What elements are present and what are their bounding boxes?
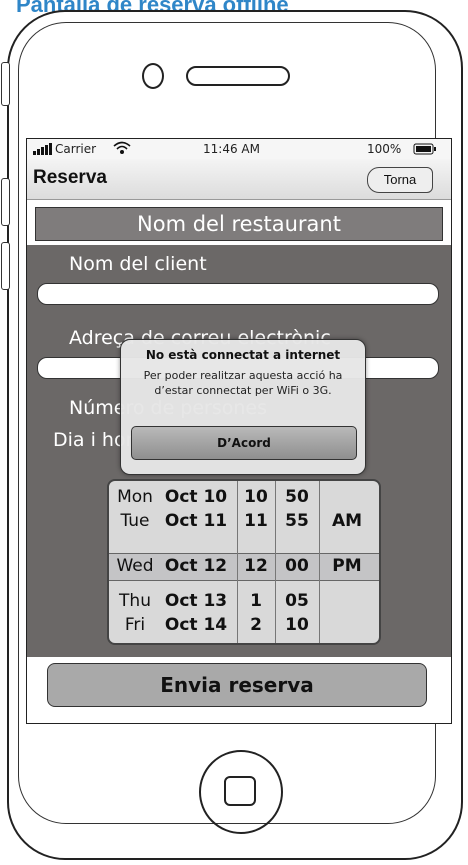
picker-date: Oct 11 — [164, 511, 228, 531]
picker-day: Fri — [124, 615, 146, 635]
picker-row-selected[interactable]: Wed Oct 12 12 00 PM — [109, 554, 379, 578]
alert-dialog: No està connectat a internet Per poder r… — [120, 339, 366, 475]
picker-date: Oct 10 — [164, 487, 228, 507]
picker-row[interactable]: Thu Oct 13 1 05 — [109, 589, 379, 613]
status-bar: Carrier 11:46 AM 100% — [27, 139, 451, 160]
picker-ampm — [319, 589, 375, 613]
back-button[interactable]: Torna — [367, 167, 433, 193]
clock: 11:46 AM — [203, 142, 260, 156]
picker-date: Oct 13 — [164, 591, 228, 611]
restaurant-name-header: Nom del restaurant — [35, 207, 443, 241]
volume-up-button — [1, 178, 10, 226]
battery-icon — [413, 143, 437, 158]
home-square-icon — [224, 776, 256, 806]
picker-ampm — [319, 485, 375, 509]
send-reservation-button[interactable]: Envia reserva — [47, 663, 427, 707]
picker-minute: 50 — [285, 487, 309, 507]
camera-icon — [142, 63, 164, 89]
client-name-field[interactable] — [37, 283, 439, 305]
picker-day: Wed — [116, 556, 154, 576]
picker-date: Oct 12 — [164, 556, 228, 576]
picker-hour: 2 — [250, 615, 262, 635]
picker-hour: 1 — [250, 591, 262, 611]
picker-ampm — [319, 613, 375, 637]
picker-minute: 55 — [285, 511, 309, 531]
mute-switch — [1, 62, 10, 106]
battery-percent: 100% — [367, 142, 402, 156]
page-title: Reserva — [33, 167, 107, 188]
picker-row[interactable]: Tue Oct 11 11 55 AM — [109, 509, 379, 533]
volume-down-button — [1, 242, 10, 290]
picker-minute: 00 — [285, 556, 309, 576]
picker-minute: 10 — [285, 615, 309, 635]
alert-ok-button[interactable]: D’Acord — [131, 426, 357, 460]
carrier-label: Carrier — [55, 142, 97, 156]
picker-hour: 12 — [244, 556, 268, 576]
picker-ampm: PM — [332, 556, 362, 576]
speaker-grille — [186, 66, 290, 86]
wifi-icon — [113, 141, 131, 158]
picker-day: Mon — [117, 487, 153, 507]
date-time-picker[interactable]: Mon Oct 10 10 50 Tue Oct 11 11 55 AM Wed… — [107, 479, 381, 645]
picker-minute: 05 — [285, 591, 309, 611]
signal-icon — [33, 143, 53, 158]
picker-hour: 11 — [244, 511, 268, 531]
picker-day: Tue — [120, 511, 150, 531]
picker-ampm: AM — [331, 511, 363, 531]
navigation-bar: Reserva Torna — [27, 159, 451, 200]
picker-row[interactable]: Mon Oct 10 10 50 — [109, 485, 379, 509]
picker-row[interactable]: Fri Oct 14 2 10 — [109, 613, 379, 637]
alert-message: Per poder realitzar aquesta acció ha d’e… — [143, 369, 343, 397]
picker-hour: 10 — [244, 487, 268, 507]
alert-title: No està connectat a internet — [145, 348, 341, 362]
client-name-label: Nom del client — [69, 253, 207, 275]
picker-day: Thu — [119, 591, 151, 611]
picker-date: Oct 14 — [164, 615, 228, 635]
